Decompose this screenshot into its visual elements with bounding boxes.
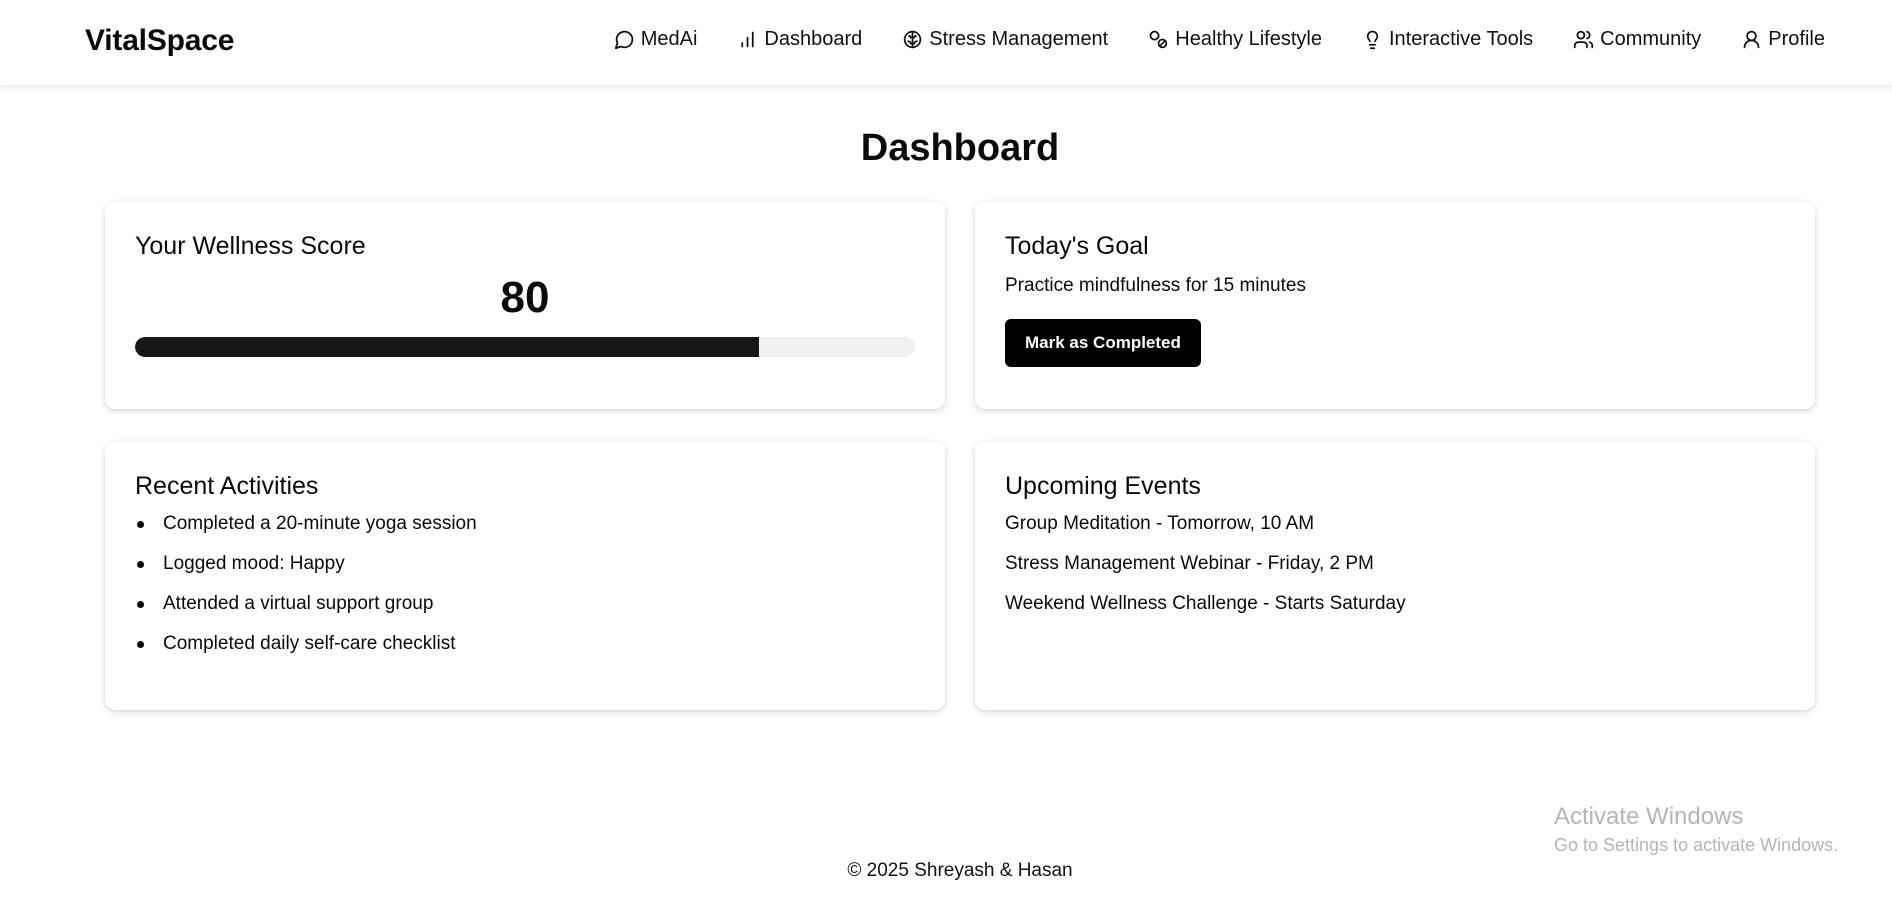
card-title: Today's Goal <box>1005 232 1149 260</box>
nav-item-community[interactable]: Community <box>1573 28 1701 51</box>
brain-icon <box>904 30 922 49</box>
app-logo[interactable]: VitalSpace <box>85 24 234 58</box>
upcoming-events-card: Upcoming Events Group Meditation - Tomor… <box>975 442 1815 710</box>
activity-list: Completed a 20-minute yoga session Logge… <box>135 513 915 655</box>
event-item: Group Meditation - Tomorrow, 10 AM <box>1005 513 1315 534</box>
wellness-progress-fill <box>135 337 759 357</box>
nav-item-interactive-tools[interactable]: Interactive Tools <box>1362 28 1533 51</box>
todays-goal-card: Today's Goal Practice mindfulness for 15… <box>975 202 1815 409</box>
bullet-icon <box>137 641 144 648</box>
wellness-score-card: Your Wellness Score 80 <box>105 202 945 409</box>
activate-windows-watermark: Activate Windows Go to Settings to activ… <box>1554 803 1838 856</box>
list-item: Logged mood: Happy <box>135 553 915 575</box>
activity-text: Completed daily self-care checklist <box>163 633 456 654</box>
nav-label: Dashboard <box>764 28 863 50</box>
activity-text: Logged mood: Happy <box>163 553 345 574</box>
user-icon <box>1743 30 1760 49</box>
card-title: Your Wellness Score <box>135 232 366 260</box>
list-item: Completed a 20-minute yoga session <box>135 513 915 535</box>
footer-copyright: © 2025 Shreyash & Hasan <box>847 860 1073 881</box>
wellness-progress-bar <box>135 337 915 357</box>
wellness-score-value: 80 <box>500 273 550 322</box>
card-title: Recent Activities <box>135 472 319 500</box>
nav-label: Healthy Lifestyle <box>1175 28 1322 50</box>
page-title: Dashboard <box>860 127 1060 169</box>
nav-item-medai[interactable]: MedAi <box>614 28 698 51</box>
nav-label: Community <box>1600 28 1702 50</box>
bullet-icon <box>137 561 144 568</box>
chat-bubble-icon <box>614 30 633 50</box>
bar-chart-icon <box>741 31 755 48</box>
nav-label: Profile <box>1768 28 1825 50</box>
activity-text: Completed a 20-minute yoga session <box>163 513 477 534</box>
nav-label: MedAi <box>640 28 698 50</box>
bullet-icon <box>137 521 144 528</box>
users-icon <box>1574 30 1594 49</box>
nav-item-dashboard[interactable]: Dashboard <box>737 28 862 51</box>
event-item: Stress Management Webinar - Friday, 2 PM <box>1005 553 1374 574</box>
event-item: Weekend Wellness Challenge - Starts Satu… <box>1005 593 1406 614</box>
card-title: Upcoming Events <box>1005 472 1201 500</box>
medicine-icon <box>1149 30 1168 49</box>
mark-completed-button[interactable]: Mark as Completed <box>1005 319 1201 367</box>
watermark-title: Activate Windows <box>1554 803 1744 830</box>
watermark-subtitle: Go to Settings to activate Windows. <box>1554 835 1839 855</box>
main-nav: MedAi Dashboard Stress Management Health… <box>614 28 1825 51</box>
goal-text: Practice mindfulness for 15 minutes <box>1005 275 1306 296</box>
nav-item-stress-management[interactable]: Stress Management <box>902 28 1108 51</box>
list-item: Completed daily self-care checklist <box>135 633 915 655</box>
nav-item-healthy-lifestyle[interactable]: Healthy Lifestyle <box>1148 28 1322 51</box>
event-list: Group Meditation - Tomorrow, 10 AM Stres… <box>1005 513 1785 615</box>
nav-label: Stress Management <box>929 28 1109 50</box>
lightbulb-icon <box>1366 30 1379 50</box>
top-navbar: VitalSpace MedAi Dashboard Stress Manage… <box>0 0 1892 85</box>
list-item: Attended a virtual support group <box>135 593 915 615</box>
nav-label: Interactive Tools <box>1389 28 1534 50</box>
nav-item-profile[interactable]: Profile <box>1741 28 1825 51</box>
activity-text: Attended a virtual support group <box>163 593 434 614</box>
recent-activities-card: Recent Activities Completed a 20-minute … <box>105 442 945 710</box>
bullet-icon <box>137 601 144 608</box>
